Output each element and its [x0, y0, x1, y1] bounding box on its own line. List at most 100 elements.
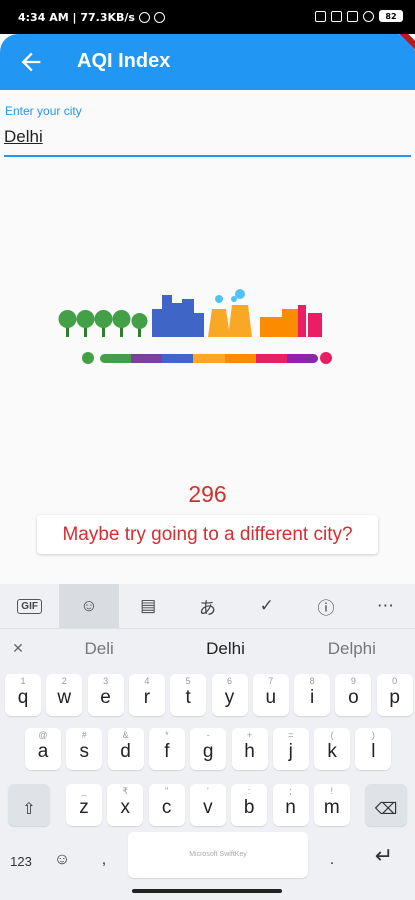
key-d[interactable]: & d — [107, 728, 144, 770]
debug-banner — [389, 34, 415, 60]
aqi-color-scale — [100, 354, 318, 363]
enter-key[interactable]: ↵ — [360, 834, 408, 876]
key-label: j — [288, 741, 293, 762]
key-hint: 5 — [185, 676, 191, 686]
numbers-key[interactable]: 123 — [4, 834, 38, 876]
key-hint: 7 — [268, 676, 274, 686]
suggestion-item[interactable]: Delhi — [162, 639, 288, 659]
gif-button[interactable]: GIF — [0, 584, 59, 628]
key-label: a — [37, 741, 49, 762]
key-w[interactable]: 2w — [46, 674, 83, 716]
key-s[interactable]: # s — [66, 728, 103, 770]
comma-key[interactable]: , — [86, 834, 122, 876]
cellular-signal-2-icon — [347, 10, 358, 22]
sticker-button[interactable]: ☺ — [59, 584, 119, 628]
sim-icon — [315, 10, 326, 22]
key-e[interactable]: 3e — [87, 674, 124, 716]
key-o[interactable]: 9o — [335, 674, 372, 716]
key-label: w — [57, 687, 72, 708]
key-label: l — [371, 741, 376, 762]
key-hint: 3 — [103, 676, 109, 686]
gif-icon: GIF — [17, 598, 42, 614]
key-hint: # — [81, 730, 87, 740]
check-icon: ✓ — [259, 596, 274, 615]
key-hint: 8 — [309, 676, 315, 686]
key-i[interactable]: 8i — [294, 674, 331, 716]
more-icon: ⋯ — [376, 596, 394, 615]
on-screen-keyboard: GIF ☺ ▤ あ ✓ ⓘ ⋯ ✕ Deli Delhi Delphi 1q2w… — [0, 584, 415, 900]
key-hint: 9 — [350, 676, 356, 686]
key-r[interactable]: 4r — [128, 674, 165, 716]
aqi-scale-segment — [286, 354, 318, 363]
translate-button[interactable]: あ — [178, 584, 237, 628]
clipboard-button[interactable]: ▤ — [119, 584, 178, 628]
aqi-scale-segment — [100, 354, 132, 363]
info-button[interactable]: ⓘ — [296, 584, 355, 628]
city-input[interactable] — [4, 122, 411, 152]
translate-icon: あ — [198, 598, 216, 618]
key-label: g — [202, 741, 214, 762]
aqi-scale-segment — [193, 354, 225, 363]
key-k[interactable]: (k — [314, 728, 351, 770]
emoji-key[interactable]: ☺ — [44, 834, 80, 876]
aqi-message: Maybe try going to a different city? — [37, 515, 378, 554]
key-q[interactable]: 1q — [5, 674, 41, 716]
key-hint: + — [246, 730, 253, 740]
key-label: m — [323, 797, 340, 818]
key-label: n — [285, 797, 296, 818]
key-label: k — [327, 741, 337, 762]
key-hint: : — [247, 786, 251, 796]
key-a[interactable]: @ a — [25, 728, 61, 770]
key-b[interactable]: :b — [231, 784, 268, 826]
backspace-key[interactable]: ⌫ — [365, 784, 407, 826]
space-key[interactable]: Microsoft SwiftKey — [128, 832, 308, 878]
app-notification-icon — [153, 12, 165, 23]
key-l[interactable]: ) l — [355, 728, 392, 770]
back-button[interactable] — [17, 48, 45, 76]
key-y[interactable]: 6y — [211, 674, 248, 716]
key-hint: ( — [330, 730, 334, 740]
key-hint: & — [122, 730, 129, 740]
info-icon: ⓘ — [317, 598, 335, 618]
status-right: 82 — [315, 10, 403, 22]
key-hint: ! — [330, 786, 334, 796]
editor-button[interactable]: ✓ — [237, 584, 296, 628]
key-hint: ₹ — [122, 786, 129, 796]
emoji-icon: ☺ — [53, 851, 71, 868]
gesture-nav-bar[interactable] — [132, 889, 282, 893]
aqi-scale-segment — [162, 354, 194, 363]
key-z[interactable]: _ z — [66, 784, 102, 826]
key-label: i — [309, 687, 315, 708]
suggestion-item[interactable]: Deli — [36, 639, 162, 659]
shift-key[interactable]: ⇧ — [8, 784, 50, 826]
key-h[interactable]: + h — [231, 728, 268, 770]
collapse-icon[interactable]: ✕ — [0, 640, 36, 657]
key-t[interactable]: 5t — [170, 674, 207, 716]
key-hint: @ — [38, 730, 48, 740]
key-g[interactable]: -g — [190, 728, 227, 770]
key-hint: = — [288, 730, 294, 740]
whatsapp-icon — [138, 12, 150, 23]
suggestion-item[interactable]: Delphi — [289, 639, 415, 659]
cellular-signal-icon — [331, 10, 342, 22]
aqi-scale-segment — [224, 354, 256, 363]
clipboard-icon: ▤ — [140, 596, 157, 615]
key-c[interactable]: " c — [148, 784, 185, 826]
key-hint: ' — [207, 786, 209, 796]
key-label: s — [79, 741, 90, 762]
page-title: AQI Index — [77, 50, 171, 72]
key-p[interactable]: 0p — [376, 674, 413, 716]
key-m[interactable]: ! m — [313, 784, 350, 826]
key-n[interactable]: ; n — [272, 784, 309, 826]
key-hint: 4 — [144, 676, 150, 686]
key-j[interactable]: = j — [272, 728, 309, 770]
key-x[interactable]: ₹ x — [107, 784, 144, 826]
key-u[interactable]: 7u — [252, 674, 289, 716]
more-button[interactable]: ⋯ — [356, 584, 415, 628]
wifi-icon — [363, 10, 374, 22]
period-key[interactable]: . — [314, 834, 350, 876]
key-label: u — [265, 687, 277, 708]
city-field[interactable]: Enter your city — [4, 104, 411, 158]
key-v[interactable]: ' v — [189, 784, 226, 826]
key-f[interactable]: * f — [148, 728, 185, 770]
